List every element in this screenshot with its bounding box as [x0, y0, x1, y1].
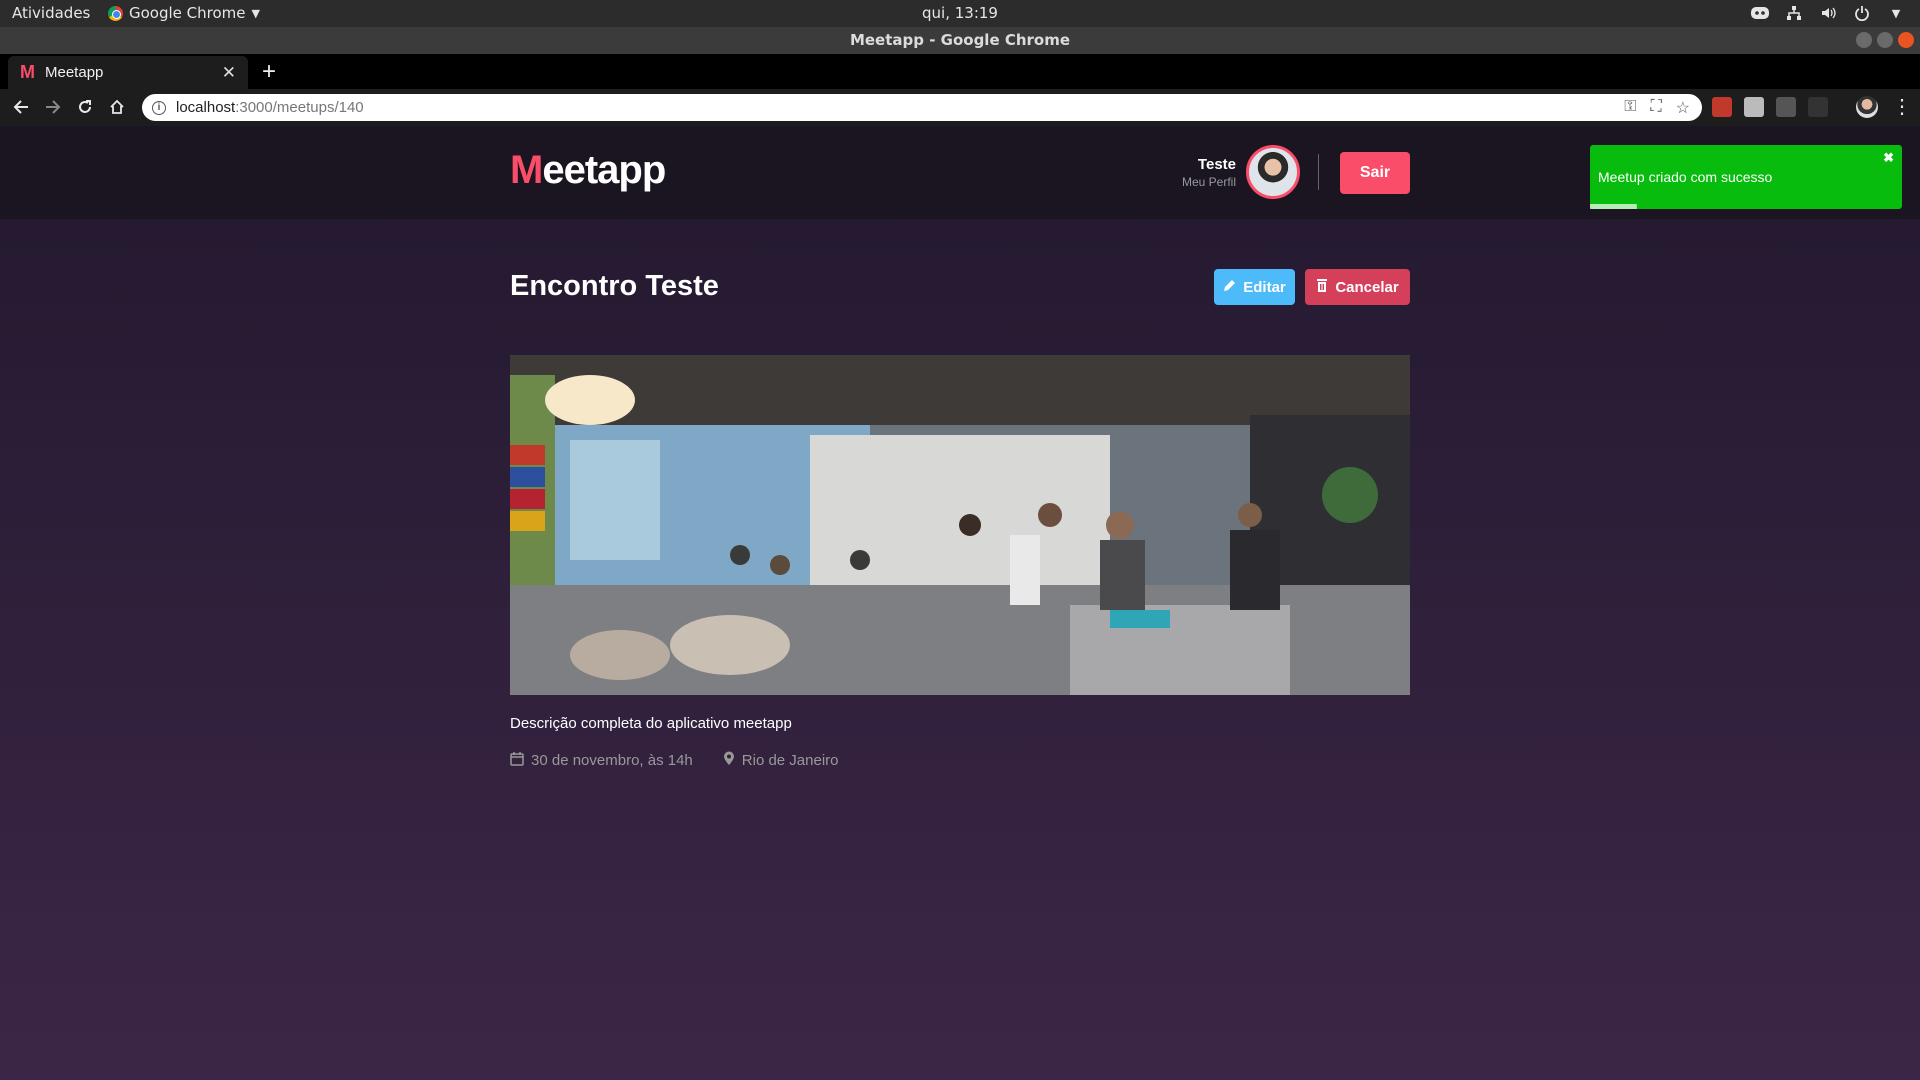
url-host: localhost [176, 99, 236, 116]
tab-meetapp[interactable]: M Meetapp ✕ [8, 56, 248, 89]
home-icon[interactable] [106, 96, 128, 118]
chrome-profile-avatar[interactable] [1856, 96, 1878, 118]
header-divider [1318, 154, 1319, 190]
meetup-info: 30 de novembro, às 14h Rio de Janeiro [510, 751, 839, 770]
page: Meetapp Teste Meu Perfil Sair Meetup cri… [0, 126, 1920, 1080]
extension-gray-icon[interactable] [1744, 97, 1764, 117]
address-bar[interactable]: i localhost:3000/meetups/140 ⚿ ⛶ ☆ [142, 94, 1702, 121]
broadcast-icon[interactable] [1808, 97, 1828, 117]
avatar[interactable] [1246, 145, 1300, 199]
tab-strip: M Meetapp ✕ + [0, 54, 1920, 89]
logo-text: eetapp [542, 148, 666, 192]
extension-red-icon[interactable] [1712, 97, 1732, 117]
logo-m: M [510, 148, 543, 192]
profile-link[interactable]: Meu Perfil [1130, 175, 1236, 189]
toast-progress-bar [1590, 204, 1637, 209]
browser-toolbar: i localhost:3000/meetups/140 ⚿ ⛶ ☆ ⋮ [0, 89, 1920, 126]
reload-icon[interactable] [74, 96, 96, 118]
bookmark-star-icon[interactable]: ☆ [1676, 98, 1690, 118]
calendar-icon [510, 751, 524, 770]
discord-icon[interactable] [1750, 3, 1770, 23]
os-top-bar: Atividades Google Chrome ▼ qui, 13:19 ▼ [0, 0, 1920, 27]
minimize-button[interactable] [1856, 32, 1872, 48]
close-window-button[interactable] [1898, 32, 1914, 48]
profile-info: Teste Meu Perfil [1130, 156, 1236, 189]
map-pin-icon [723, 751, 735, 770]
caret-down-icon[interactable]: ▼ [1886, 3, 1906, 23]
chrome-menu-icon[interactable]: ⋮ [1892, 94, 1912, 119]
meetapp-favicon-icon: M [20, 62, 35, 82]
logout-button[interactable]: Sair [1340, 152, 1410, 194]
meetup-description: Descrição completa do aplicativo meetapp [510, 715, 792, 732]
key-icon[interactable]: ⚿ [1624, 98, 1636, 118]
meetup-location-text: Rio de Janeiro [741, 752, 839, 769]
system-tray: ▼ [1750, 3, 1906, 23]
new-tab-button[interactable]: + [262, 58, 276, 86]
user-name: Teste [1197, 156, 1236, 173]
trash-icon [1316, 278, 1328, 296]
site-info-icon[interactable]: i [152, 100, 166, 115]
meetup-banner-image [510, 355, 1410, 695]
clock[interactable]: qui, 13:19 [0, 4, 1920, 22]
success-toast[interactable]: Meetup criado com sucesso ✖ [1590, 145, 1902, 209]
network-icon[interactable] [1784, 3, 1804, 23]
cast-icon[interactable] [1776, 97, 1796, 117]
edit-button[interactable]: Editar [1214, 269, 1295, 305]
close-tab-icon[interactable]: ✕ [222, 63, 236, 83]
meetup-location: Rio de Janeiro [723, 751, 839, 770]
extensions [1712, 97, 1828, 117]
cancel-label: Cancelar [1335, 278, 1399, 296]
window-title: Meetapp - Google Chrome [849, 31, 1071, 49]
power-icon[interactable] [1852, 3, 1872, 23]
url-path: :3000/meetups/140 [235, 99, 364, 116]
volume-icon[interactable] [1818, 3, 1838, 23]
translate-icon[interactable]: ⛶ [1650, 98, 1661, 118]
app-header: Meetapp Teste Meu Perfil Sair Meetup cri… [0, 126, 1920, 219]
edit-label: Editar [1243, 278, 1286, 296]
meetapp-logo[interactable]: Meetapp [510, 148, 666, 193]
toast-message: Meetup criado com sucesso [1598, 169, 1773, 185]
toast-close-icon[interactable]: ✖ [1883, 150, 1894, 166]
meetup-date: 30 de novembro, às 14h [510, 751, 693, 770]
pencil-icon [1223, 279, 1236, 296]
back-arrow-icon[interactable] [10, 96, 32, 118]
page-title: Encontro Teste [510, 270, 719, 302]
window-title-bar: Meetapp - Google Chrome [0, 27, 1920, 54]
cancel-meetup-button[interactable]: Cancelar [1305, 269, 1410, 305]
forward-arrow-icon[interactable] [42, 96, 64, 118]
window-controls [1856, 32, 1914, 48]
tab-title: Meetapp [45, 64, 104, 81]
maximize-button[interactable] [1877, 32, 1893, 48]
meetup-date-text: 30 de novembro, às 14h [531, 752, 693, 769]
